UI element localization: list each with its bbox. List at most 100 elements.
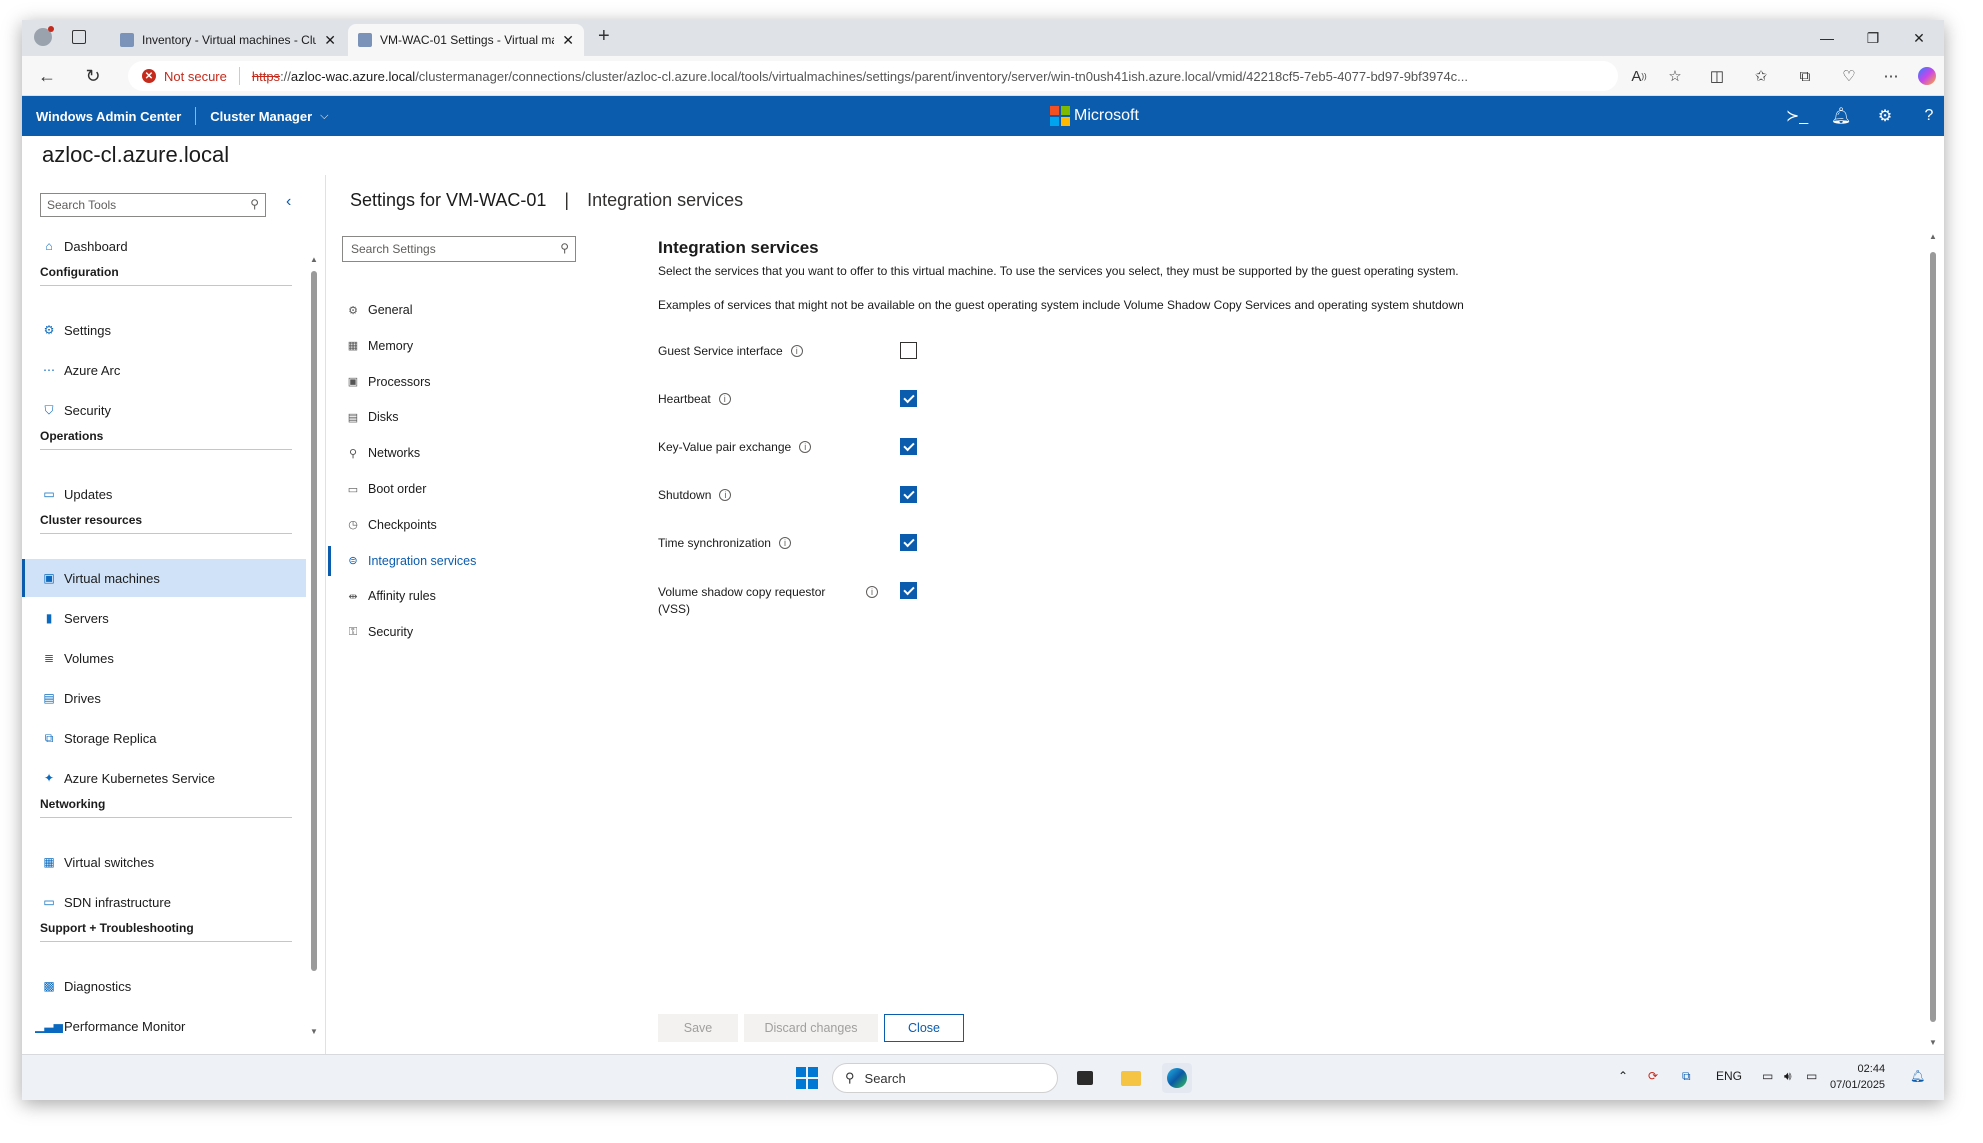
powershell-icon[interactable]: ≻_ (1784, 104, 1810, 128)
system-clock[interactable]: 02:44 07/01/2025 (1830, 1061, 1885, 1093)
settings-nav-security[interactable]: ⚿ Security (328, 617, 568, 647)
app-brand[interactable]: Windows Admin Center (36, 109, 181, 124)
more-options-icon[interactable]: ⋯ (1878, 64, 1904, 88)
battery-icon[interactable]: ▭ (1806, 1069, 1817, 1083)
service-checkbox[interactable] (900, 438, 917, 455)
close-button[interactable]: Close (884, 1014, 964, 1042)
info-icon[interactable]: i (866, 586, 878, 598)
sdn-icon: ▭ (43, 895, 55, 909)
tab-actions-icon[interactable] (72, 30, 86, 44)
sidebar-item-diagnostics[interactable]: ▩ Diagnostics (22, 967, 306, 1005)
sidebar-item-performance-monitor[interactable]: ▁▃▅ Performance Monitor (22, 1007, 306, 1045)
divider (238, 67, 240, 85)
sidebar-item-virtual-switches[interactable]: ▦ Virtual switches (22, 843, 306, 881)
sidebar-item-sdn-infrastructure[interactable]: ▭ SDN infrastructure (22, 883, 306, 921)
read-aloud-icon[interactable]: A)) (1626, 64, 1652, 88)
favorites-icon[interactable]: ✩ (1748, 64, 1774, 88)
sidebar-item-storage-replica[interactable]: ⧉ Storage Replica (22, 719, 306, 757)
info-icon[interactable]: i (718, 393, 731, 405)
service-checkbox[interactable] (900, 486, 917, 503)
scroll-up-arrow-icon[interactable]: ▲ (310, 255, 318, 264)
sidebar-item-azure-arc[interactable]: ⋯ Azure Arc (22, 351, 306, 389)
scrollbar-thumb[interactable] (311, 271, 317, 971)
show-hidden-icons-icon[interactable]: ⌃ (1618, 1069, 1628, 1083)
address-bar[interactable]: ✕ Not secure https://azloc-wac.azure.loc… (128, 61, 1618, 91)
notification-bell-icon[interactable]: 🔔︎ (1910, 1069, 1925, 1083)
close-window-button[interactable]: ✕ (1896, 20, 1942, 56)
settings-nav-affinity-rules[interactable]: ⇹ Affinity rules (328, 581, 568, 611)
sidebar-item-dashboard[interactable]: ⌂ Dashboard (22, 227, 306, 265)
refresh-button[interactable]: ↻ (78, 62, 108, 90)
not-secure-label[interactable]: Not secure (164, 69, 227, 84)
integration-services-icon: ⊜ (348, 555, 358, 568)
settings-nav-general[interactable]: ⚙ General (328, 295, 568, 325)
minimize-button[interactable]: — (1804, 20, 1850, 56)
file-explorer-icon[interactable] (1116, 1063, 1146, 1093)
volume-icon[interactable]: 🔊︎ (1784, 1069, 1792, 1084)
settings-nav-checkpoints[interactable]: ◷ Checkpoints (328, 510, 568, 540)
settings-nav-boot-order[interactable]: ▭ Boot order (328, 474, 568, 504)
network-icon[interactable]: ▭ (1762, 1069, 1773, 1083)
restore-button[interactable]: ❐ (1850, 20, 1896, 56)
language-indicator[interactable]: ENG (1716, 1069, 1742, 1083)
new-tab-button[interactable]: + (598, 25, 610, 48)
sidebar-item-servers[interactable]: ▮ Servers (22, 599, 306, 637)
sync-status-icon[interactable]: ⟳ (1648, 1069, 1658, 1083)
info-icon[interactable]: i (790, 345, 803, 357)
service-checkbox[interactable] (900, 342, 917, 359)
scroll-up-arrow-icon[interactable]: ▲ (1929, 232, 1937, 241)
sidebar-item-volumes[interactable]: ≣ Volumes (22, 639, 306, 677)
save-button[interactable]: Save (658, 1014, 738, 1042)
settings-nav-label: Memory (368, 338, 414, 353)
settings-nav-disks[interactable]: ▤ Disks (328, 402, 568, 432)
search-settings-input[interactable]: Search Settings ⚲ (342, 236, 576, 262)
taskbar-search-box[interactable]: ⚲ Search (832, 1063, 1058, 1093)
close-tab-icon[interactable]: ✕ (562, 32, 574, 49)
sidebar-item-settings[interactable]: ⚙ Settings (22, 311, 306, 349)
collapse-sidebar-icon[interactable]: ‹ (286, 193, 291, 211)
content-scrollbar[interactable]: ▲ ▼ (1928, 232, 1938, 1052)
discard-changes-button[interactable]: Discard changes (744, 1014, 878, 1042)
info-icon[interactable]: i (799, 441, 812, 453)
bluetooth-app-icon[interactable]: ⧉ (1682, 1069, 1691, 1084)
windows-start-icon[interactable] (792, 1063, 822, 1093)
info-icon[interactable]: i (778, 537, 791, 549)
service-checkbox[interactable] (900, 390, 917, 407)
chevron-down-icon[interactable]: ⌵ (320, 110, 328, 123)
scroll-down-arrow-icon[interactable]: ▼ (310, 1027, 318, 1036)
settings-gear-icon[interactable]: ⚙ (1872, 104, 1898, 128)
help-icon[interactable]: ? (1916, 104, 1942, 128)
info-icon[interactable]: i (719, 489, 732, 501)
split-screen-icon[interactable]: ◫ (1704, 64, 1730, 88)
sidebar-item-label: Performance Monitor (64, 1018, 186, 1034)
settings-nav-memory[interactable]: ▦ Memory (328, 331, 568, 361)
sidebar-scrollbar[interactable]: ▲ ▼ (310, 255, 318, 1036)
close-tab-icon[interactable]: ✕ (324, 32, 336, 49)
sidebar-item-security[interactable]: ⛉ Security (22, 391, 306, 429)
context-switcher-label[interactable]: Cluster Manager (210, 109, 312, 124)
search-tools-input[interactable]: Search Tools ⚲ (40, 193, 266, 217)
sidebar-item-drives[interactable]: ▤ Drives (22, 679, 306, 717)
tab-inventory[interactable]: Inventory - Virtual machines - Clu ✕ (110, 24, 346, 56)
sidebar-item-label: Security (64, 402, 111, 418)
copilot-icon[interactable] (1914, 64, 1940, 88)
sidebar-item-updates[interactable]: ▭ Updates (22, 475, 306, 513)
tab-vm-settings[interactable]: VM-WAC-01 Settings - Virtual ma ✕ (348, 24, 584, 56)
boot-order-icon: ▭ (347, 483, 359, 496)
notifications-icon[interactable]: 🔔︎ (1828, 104, 1854, 128)
sidebar-item-azure-kubernetes-service[interactable]: ✦ Azure Kubernetes Service (22, 759, 306, 797)
settings-nav-integration-services[interactable]: ⊜ Integration services (328, 545, 568, 576)
edge-browser-icon[interactable] (1162, 1063, 1192, 1093)
settings-nav-processors[interactable]: ▣ Processors (328, 367, 568, 397)
favorite-star-icon[interactable]: ☆ (1662, 64, 1688, 88)
scrollbar-thumb[interactable] (1930, 252, 1936, 1022)
scroll-down-arrow-icon[interactable]: ▼ (1929, 1038, 1937, 1047)
terminal-app-icon[interactable] (1070, 1063, 1100, 1093)
browser-essentials-icon[interactable]: ♡ (1836, 64, 1862, 88)
service-checkbox[interactable] (900, 582, 917, 599)
service-checkbox[interactable] (900, 534, 917, 551)
collections-icon[interactable]: ⧉ (1792, 64, 1818, 88)
sidebar-item-virtual-machines[interactable]: ▣ Virtual machines (22, 559, 306, 597)
back-button[interactable]: ← (32, 62, 62, 90)
settings-nav-networks[interactable]: ⚲ Networks (328, 438, 568, 468)
